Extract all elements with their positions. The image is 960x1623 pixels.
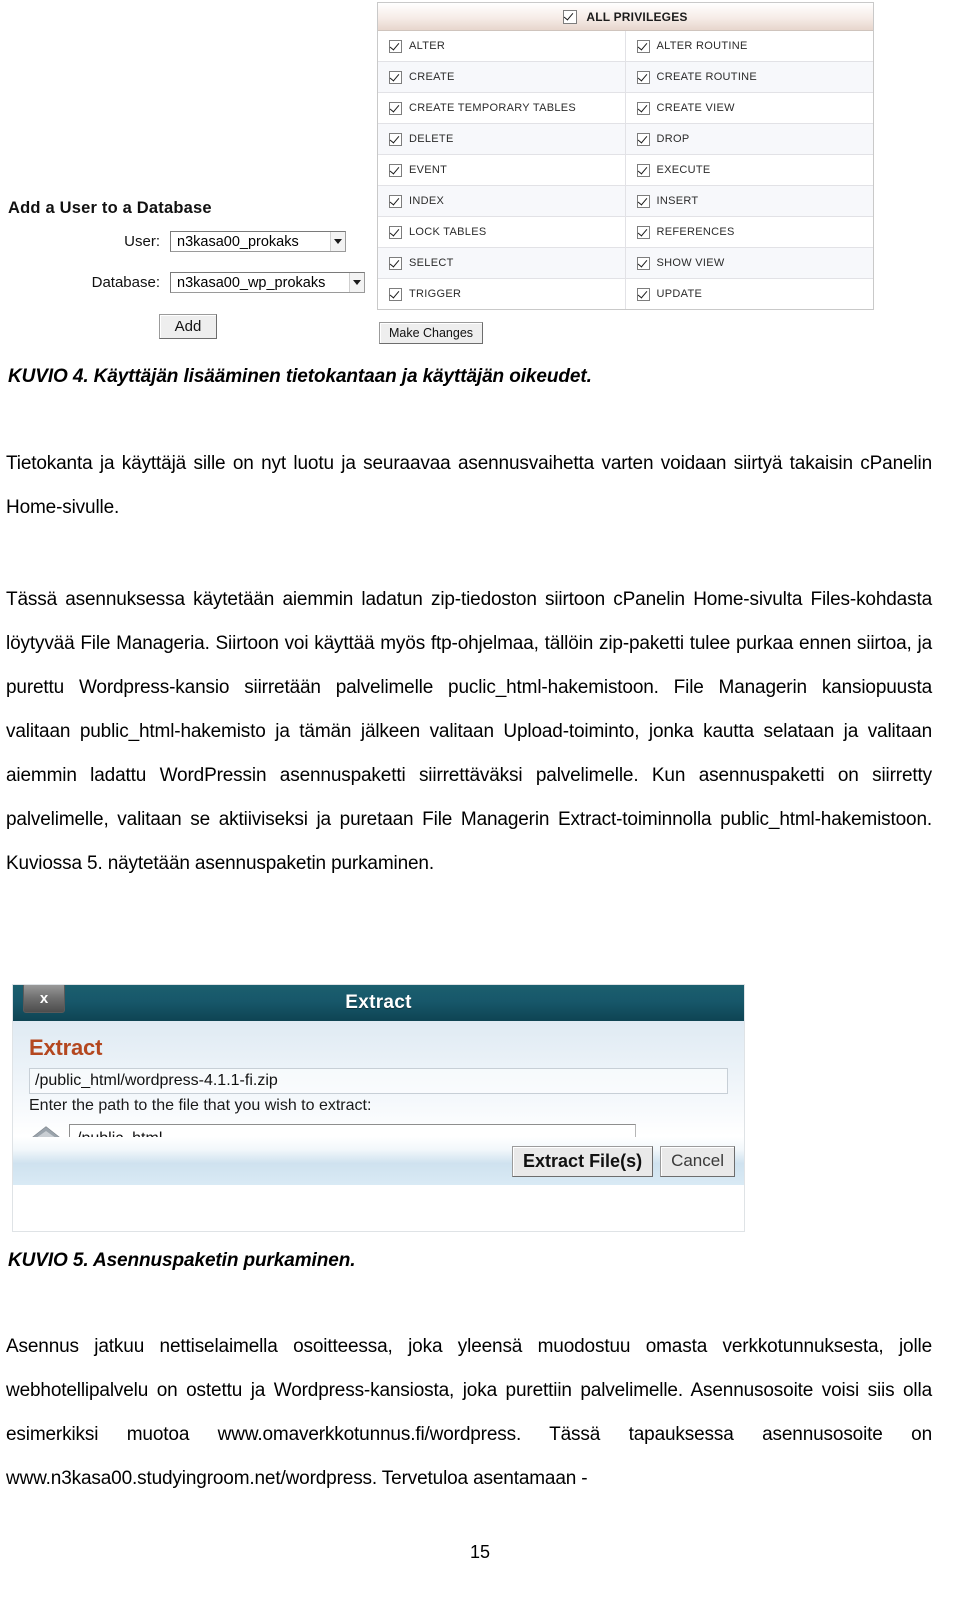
table-row: DELETE DROP: [378, 124, 873, 155]
checkbox-checked-icon[interactable]: [636, 225, 650, 239]
checkbox-checked-icon[interactable]: [636, 287, 650, 301]
user-select[interactable]: n3kasa00_prokaks: [170, 231, 346, 252]
chevron-down-icon[interactable]: [330, 232, 345, 251]
checkbox-checked-icon[interactable]: [389, 39, 402, 53]
privilege-label: REFERENCES: [656, 226, 735, 238]
paragraph-1: Tietokanta ja käyttäjä sille on nyt luot…: [6, 453, 932, 518]
privilege-item-lock-tables[interactable]: LOCK TABLES: [378, 217, 626, 247]
privilege-label: CREATE: [409, 71, 455, 83]
privilege-item-delete[interactable]: DELETE: [378, 124, 626, 154]
privilege-label: INSERT: [656, 195, 699, 207]
database-field-row: Database: n3kasa00_wp_prokaks: [40, 272, 365, 293]
extract-files-button[interactable]: Extract File(s): [512, 1145, 654, 1177]
privilege-item-create[interactable]: CREATE: [378, 62, 626, 92]
privilege-label: SELECT: [409, 257, 454, 269]
paragraph-2: Tässä asennuksessa käytetään aiemmin lad…: [6, 589, 932, 874]
checkbox-checked-icon[interactable]: [636, 163, 650, 177]
figure-add-user-to-database: ALL PRIVILEGES ALTER ALTER ROUTINE CREAT…: [0, 0, 960, 355]
user-label: User:: [124, 233, 160, 250]
privilege-label: CREATE VIEW: [656, 102, 735, 114]
table-row: SELECT SHOW VIEW: [378, 248, 873, 279]
database-label: Database:: [91, 274, 160, 291]
all-privileges-header[interactable]: ALL PRIVILEGES: [378, 3, 873, 31]
checkbox-checked-icon[interactable]: [389, 256, 402, 270]
dialog-body: Extract /public_html/wordpress-4.1.1-fi.…: [13, 1021, 744, 1185]
extract-hint-text: Enter the path to the file that you wish…: [29, 1097, 372, 1114]
checkbox-checked-icon[interactable]: [636, 101, 650, 115]
close-icon[interactable]: x: [23, 985, 65, 1013]
privilege-item-show-view[interactable]: SHOW VIEW: [626, 248, 874, 278]
checkbox-checked-icon[interactable]: [389, 163, 402, 177]
add-button[interactable]: Add: [159, 314, 217, 339]
privilege-label: CREATE ROUTINE: [656, 71, 758, 83]
checkbox-checked-icon[interactable]: [563, 9, 578, 24]
privilege-label: EXECUTE: [656, 164, 711, 176]
figure4-caption: KUVIO 4. Käyttäjän lisääminen tietokanta…: [8, 366, 592, 387]
privilege-item-create-temporary-tables[interactable]: CREATE TEMPORARY TABLES: [378, 93, 626, 123]
make-changes-button[interactable]: Make Changes: [379, 322, 483, 344]
privilege-item-update[interactable]: UPDATE: [626, 279, 874, 309]
table-row: ALTER ALTER ROUTINE: [378, 31, 873, 62]
table-row: CREATE TEMPORARY TABLES CREATE VIEW: [378, 93, 873, 124]
privilege-item-event[interactable]: EVENT: [378, 155, 626, 185]
privilege-label: TRIGGER: [409, 288, 462, 300]
dialog-footer: Extract File(s) Cancel: [13, 1137, 744, 1185]
chevron-down-icon[interactable]: [349, 273, 364, 292]
checkbox-checked-icon[interactable]: [389, 287, 402, 301]
privilege-item-select[interactable]: SELECT: [378, 248, 626, 278]
user-field-row: User: n3kasa00_prokaks: [40, 231, 346, 252]
privilege-label: DELETE: [409, 133, 454, 145]
privilege-label: EVENT: [409, 164, 448, 176]
checkbox-checked-icon[interactable]: [389, 70, 402, 84]
checkbox-checked-icon[interactable]: [389, 225, 402, 239]
privilege-item-insert[interactable]: INSERT: [626, 186, 874, 216]
checkbox-checked-icon[interactable]: [636, 256, 650, 270]
privilege-item-trigger[interactable]: TRIGGER: [378, 279, 626, 309]
checkbox-checked-icon[interactable]: [389, 132, 402, 146]
privilege-label: SHOW VIEW: [656, 257, 725, 269]
table-row: CREATE CREATE ROUTINE: [378, 62, 873, 93]
dialog-title: Extract: [345, 992, 412, 1013]
database-select-value: n3kasa00_wp_prokaks: [177, 274, 326, 291]
privilege-item-alter-routine[interactable]: ALTER ROUTINE: [626, 31, 874, 61]
privilege-item-alter[interactable]: ALTER: [378, 31, 626, 61]
privilege-item-references[interactable]: REFERENCES: [626, 217, 874, 247]
checkbox-checked-icon[interactable]: [636, 39, 650, 53]
privilege-label: INDEX: [409, 195, 445, 207]
checkbox-checked-icon[interactable]: [389, 101, 402, 115]
privilege-item-index[interactable]: INDEX: [378, 186, 626, 216]
dialog-titlebar: x Extract: [13, 985, 744, 1021]
privileges-panel: ALL PRIVILEGES ALTER ALTER ROUTINE CREAT…: [377, 2, 874, 310]
privilege-item-create-routine[interactable]: CREATE ROUTINE: [626, 62, 874, 92]
checkbox-checked-icon[interactable]: [636, 132, 650, 146]
table-row: INDEX INSERT: [378, 186, 873, 217]
privilege-label: UPDATE: [656, 288, 703, 300]
privilege-item-drop[interactable]: DROP: [626, 124, 874, 154]
paragraph-3: Asennus jatkuu nettiselaimella osoittees…: [6, 1336, 932, 1489]
privilege-label: DROP: [656, 133, 690, 145]
user-select-value: n3kasa00_prokaks: [177, 233, 299, 250]
add-user-section-title: Add a User to a Database: [8, 199, 212, 217]
figure-extract-dialog: x Extract Extract /public_html/wordpress…: [12, 984, 745, 1232]
cancel-button[interactable]: Cancel: [660, 1145, 735, 1177]
figure5-caption: KUVIO 5. Asennuspaketin purkaminen.: [8, 1250, 356, 1271]
privilege-label: CREATE TEMPORARY TABLES: [409, 102, 577, 114]
page-number: 15: [469, 1542, 491, 1562]
table-row: LOCK TABLES REFERENCES: [378, 217, 873, 248]
privilege-label: ALTER ROUTINE: [656, 40, 748, 52]
checkbox-checked-icon[interactable]: [636, 70, 650, 84]
database-select[interactable]: n3kasa00_wp_prokaks: [170, 272, 365, 293]
table-row: TRIGGER UPDATE: [378, 279, 873, 309]
checkbox-checked-icon[interactable]: [636, 194, 650, 208]
privilege-item-execute[interactable]: EXECUTE: [626, 155, 874, 185]
source-path-display: /public_html/wordpress-4.1.1-fi.zip: [29, 1068, 728, 1094]
all-privileges-label: ALL PRIVILEGES: [586, 9, 688, 24]
privilege-item-create-view[interactable]: CREATE VIEW: [626, 93, 874, 123]
extract-heading: Extract: [29, 1035, 103, 1060]
table-row: EVENT EXECUTE: [378, 155, 873, 186]
privilege-label: LOCK TABLES: [409, 226, 487, 238]
privilege-label: ALTER: [409, 40, 446, 52]
checkbox-checked-icon[interactable]: [389, 194, 402, 208]
